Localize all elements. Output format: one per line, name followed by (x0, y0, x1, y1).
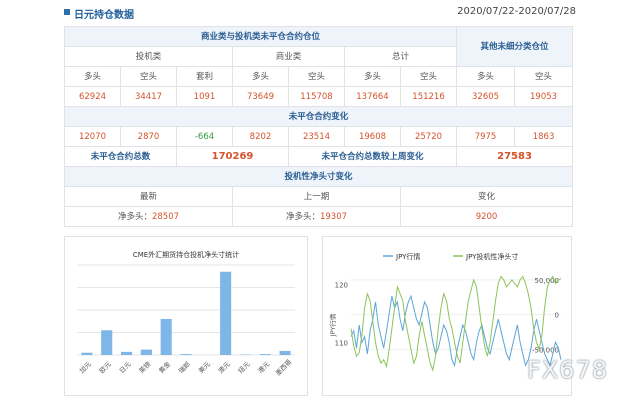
net-change-cell: 9200 (399, 206, 574, 227)
chart-title: CME外汇期货持仓投机净头寸统计 (133, 250, 239, 259)
position-value: 62924 (64, 86, 121, 107)
x-tick-label: 纽元 (236, 359, 252, 375)
x-tick-label: 黄金 (157, 359, 173, 375)
position-value: 32605 (456, 86, 516, 107)
column-header: 空头 (514, 66, 574, 87)
bar (140, 349, 152, 355)
bar (279, 350, 291, 355)
x-tick-label: 加元 (77, 359, 93, 375)
left-tick-label: 120 (335, 282, 348, 290)
bar (160, 319, 172, 355)
change-value: 19608 (344, 126, 401, 147)
column-header: 空头 (120, 66, 177, 87)
x-tick-label: 美元 (196, 359, 212, 375)
change-value: 8202 (232, 126, 289, 147)
position-value: 1091 (176, 86, 233, 107)
position-value: 73649 (232, 86, 289, 107)
net-header-change: 变化 (399, 186, 574, 207)
bar (120, 351, 133, 355)
position-value: 115708 (288, 86, 345, 107)
change-value: 2870 (120, 126, 177, 147)
net-long-label: 净多头： (285, 211, 320, 222)
section-title-changes: 未平仓合约变化 (63, 106, 574, 127)
change-value: -664 (176, 126, 233, 147)
legend-label: JPY行情 (395, 252, 420, 261)
bar (81, 352, 93, 355)
y-axis-label: JPY行情 (328, 313, 337, 337)
net-latest-value: 28507 (151, 211, 180, 222)
group-total: 总计 (343, 46, 458, 67)
change-value: 23514 (288, 126, 345, 147)
change-value: 7975 (456, 126, 516, 147)
jpy-price-line (350, 294, 562, 368)
position-value: 34417 (120, 86, 177, 107)
oi-total-value: 170269 (176, 146, 289, 167)
page-header: 日元持仓数据 2020/07/22-2020/07/28 (0, 0, 640, 26)
change-value: 12070 (64, 126, 121, 147)
change-value: 1863 (514, 126, 574, 147)
column-header: 空头 (399, 66, 458, 87)
column-header: 多头 (64, 66, 121, 87)
x-tick-label: 英镑 (137, 359, 153, 375)
page-title: 日元持仓数据 (74, 10, 134, 21)
other-positions-title: 其他未细分类仓位 (456, 26, 574, 67)
x-tick-label: 墨西哥 (274, 358, 294, 378)
net-latest-cell: 净多头：28507 (64, 206, 233, 227)
net-header-previous: 上一期 (232, 186, 401, 207)
bar (101, 330, 113, 355)
column-header: 多头 (232, 66, 289, 87)
position-table: 商业类与投机类未平仓合约仓位 其他未细分类仓位 投机类 商业类 总计 多头 空头… (63, 26, 574, 227)
x-tick-label: 瑞郎 (176, 359, 192, 375)
column-header: 套利 (176, 66, 233, 87)
change-value: 25720 (399, 126, 458, 147)
net-previous-value: 19307 (319, 211, 348, 222)
legend-label: JPY投机性净头寸 (465, 252, 518, 261)
x-tick-label: 欧元 (97, 359, 113, 375)
section-marker-icon (64, 9, 70, 15)
bar (220, 271, 232, 355)
net-position-bar-chart-panel: CME外汇期货持仓投机净头寸统计加元 欧元 日元 英镑 黄金 瑞郎 美元 澳元 纽元 港元 墨西哥 (64, 236, 308, 396)
net-position-bar-chart: CME外汇期货持仓投机净头寸统计加元 欧元 日元 英镑 黄金 瑞郎 美元 澳元 纽元 港元 墨西哥 (77, 250, 295, 378)
section-title-positions: 商业类与投机类未平仓合约仓位 (63, 26, 458, 47)
oi-change-value: 27583 (456, 146, 574, 167)
position-value: 151216 (399, 86, 458, 107)
net-change-value: 9200 (475, 211, 498, 222)
bar (180, 354, 192, 355)
column-header: 空头 (288, 66, 345, 87)
position-value: 19053 (514, 86, 574, 107)
date-range: 2020/07/22-2020/07/28 (457, 6, 576, 17)
oi-change-label: 未平仓合约总数较上周变化 (287, 146, 458, 167)
oi-total-label: 未平仓合约总数 (64, 146, 177, 167)
column-header: 多头 (456, 66, 516, 87)
watermark-logo: FX678 (526, 356, 608, 384)
group-speculative: 投机类 (64, 46, 233, 67)
x-tick-label: 港元 (256, 359, 272, 375)
position-value: 137664 (344, 86, 401, 107)
right-tick-label: -50,000 (532, 346, 559, 354)
net-header-latest: 最新 (64, 186, 233, 207)
group-commercial: 商业类 (232, 46, 345, 67)
right-tick-label: 0 (555, 312, 559, 320)
net-long-label: 净多头： (117, 211, 152, 222)
x-tick-label: 日元 (118, 360, 133, 375)
left-tick-label: 110 (335, 339, 348, 347)
net-previous-cell: 净多头：19307 (232, 206, 401, 227)
bar (259, 354, 271, 355)
column-header: 多头 (344, 66, 401, 87)
x-tick-label: 澳元 (216, 359, 232, 375)
section-title-net: 投机性净头寸变化 (63, 166, 574, 187)
